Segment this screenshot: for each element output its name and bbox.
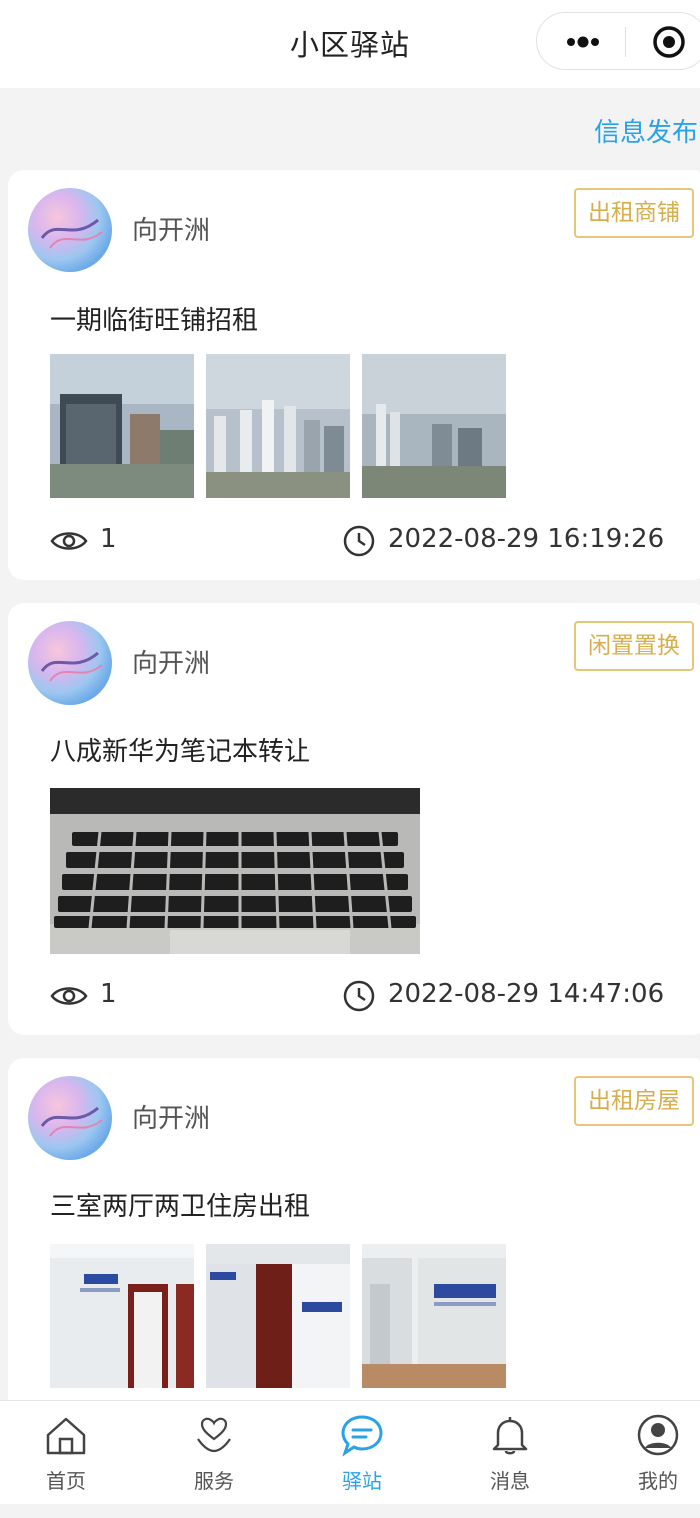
post-card[interactable]: 向开洲 出租房屋 三室两厅两卫住房出租	[8, 1058, 700, 1400]
avatar	[28, 188, 112, 272]
post-image[interactable]	[206, 1244, 350, 1388]
heart-hand-icon	[197, 1417, 231, 1453]
author-name: 向开洲	[132, 216, 211, 246]
tab-label: 服务	[194, 1469, 234, 1493]
nav-header: 小区驿站	[0, 0, 700, 88]
tab-label: 我的	[638, 1469, 678, 1493]
post-time: 2022-08-29 14:47:06	[388, 979, 665, 1009]
tab-label: 首页	[46, 1469, 86, 1493]
tab-messages[interactable]: 消息	[440, 1401, 580, 1505]
eye-icon	[50, 987, 88, 1005]
post-title: 三室两厅两卫住房出租	[50, 1192, 311, 1222]
mini-program-capsule	[536, 12, 700, 70]
tab-label: 驿站	[342, 1469, 382, 1493]
tab-bar: 首页 服务 驿站 消息 我的	[0, 1400, 700, 1504]
author-name: 向开洲	[132, 1104, 211, 1134]
capsule-divider	[625, 27, 626, 57]
tab-home[interactable]: 首页	[0, 1401, 136, 1505]
post-card[interactable]: 向开洲 出租商铺 一期临街旺铺招租 1 2022-08-29 16:19:26	[8, 170, 700, 580]
post-image[interactable]	[50, 1244, 194, 1388]
tab-station[interactable]: 驿站	[292, 1401, 432, 1505]
view-count: 1	[100, 524, 117, 554]
post-image[interactable]	[362, 354, 506, 498]
chat-bubble-icon	[341, 1415, 383, 1457]
category-tag: 闲置置换	[574, 621, 694, 671]
post-time: 2022-08-29 16:19:26	[388, 524, 665, 554]
author-name: 向开洲	[132, 649, 211, 679]
avatar	[28, 621, 112, 705]
bottom-safe-area	[0, 1504, 700, 1518]
home-icon	[46, 1417, 86, 1455]
publish-link[interactable]: 信息发布	[594, 112, 698, 149]
category-tag: 出租商铺	[574, 188, 694, 238]
post-image[interactable]	[50, 788, 420, 954]
post-image[interactable]	[362, 1244, 506, 1388]
category-tag: 出租房屋	[574, 1076, 694, 1126]
eye-icon	[50, 532, 88, 550]
post-card[interactable]: 向开洲 闲置置换 八成新华为笔记本转让 1 2022-08-29 14:47:0…	[8, 603, 700, 1035]
avatar	[28, 1076, 112, 1160]
post-image[interactable]	[50, 354, 194, 498]
post-title: 八成新华为笔记本转让	[50, 737, 311, 767]
tab-profile[interactable]: 我的	[588, 1401, 700, 1505]
post-image[interactable]	[206, 354, 350, 498]
clock-icon	[343, 980, 375, 1012]
tab-label: 消息	[490, 1469, 530, 1493]
bell-icon	[492, 1417, 528, 1455]
tab-service[interactable]: 服务	[144, 1401, 284, 1505]
more-icon[interactable]	[563, 31, 603, 53]
clock-icon	[343, 525, 375, 557]
close-icon[interactable]	[652, 25, 686, 59]
post-title: 一期临街旺铺招租	[50, 306, 259, 336]
view-count: 1	[100, 979, 117, 1009]
user-icon	[637, 1414, 679, 1456]
